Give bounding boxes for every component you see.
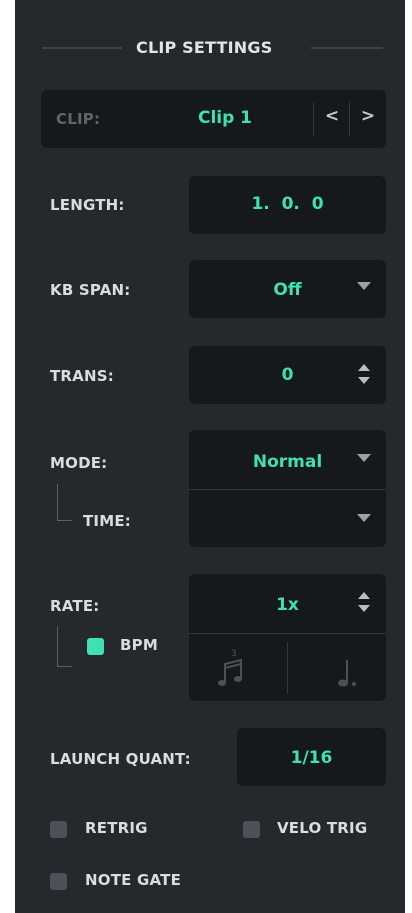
mode-label: MODE: (50, 454, 108, 472)
kb-span-label: KB SPAN: (50, 281, 131, 299)
time-label: TIME: (83, 512, 131, 530)
trans-label: TRANS: (50, 367, 114, 385)
clip-name[interactable]: Clip 1 (165, 108, 285, 128)
prev-clip-button[interactable]: < (315, 106, 349, 132)
panel-title: CLIP SETTINGS (136, 38, 273, 57)
launch-quant-label: LAUNCH QUANT: (50, 750, 191, 768)
dotted-note-icon (338, 660, 356, 687)
time-tree-connector (57, 484, 72, 521)
retrig-label: RETRIG (85, 819, 148, 837)
rate-label: RATE: (50, 597, 100, 615)
bpm-label: BPM (120, 636, 158, 654)
dotted-note-button[interactable] (293, 642, 383, 694)
rate-increment-icon[interactable] (358, 592, 370, 599)
note-gate-checkbox[interactable] (50, 873, 67, 890)
launch-quant-value: 1/16 (290, 748, 333, 768)
svg-text:3: 3 (231, 649, 237, 659)
rate-decrement-icon[interactable] (358, 605, 370, 612)
header-line-right (311, 47, 383, 49)
time-dropdown-arrow-icon (357, 514, 371, 522)
mode-dropdown-arrow-icon (357, 454, 371, 462)
trans-decrement-icon[interactable] (358, 377, 370, 384)
header-line-left (42, 47, 122, 49)
trans-value: 0 (281, 365, 294, 385)
length-label: LENGTH: (50, 196, 125, 214)
bpm-checkbox[interactable] (87, 638, 104, 655)
velo-trig-checkbox[interactable] (243, 821, 260, 838)
rate-sub-divider (287, 642, 288, 694)
note-gate-label: NOTE GATE (85, 871, 182, 889)
clip-divider-1 (313, 102, 314, 136)
velo-trig-label: VELO TRIG (277, 819, 368, 837)
next-clip-button[interactable]: > (351, 106, 385, 132)
retrig-checkbox[interactable] (50, 821, 67, 838)
clip-divider-2 (349, 102, 350, 136)
clip-label: CLIP: (56, 110, 101, 128)
rate-divider (189, 633, 386, 634)
length-value: 1. 0. 0 (251, 194, 324, 214)
clip-settings-panel: CLIP SETTINGS CLIP: Clip 1 < > LENGTH: 1… (15, 0, 405, 913)
rate-value: 1x (276, 595, 299, 615)
triplet-note-icon: 3 (218, 649, 242, 686)
kb-span-dropdown-arrow-icon (357, 282, 371, 290)
bpm-tree-connector (57, 626, 72, 667)
triplet-note-button[interactable]: 3 (205, 642, 275, 694)
trans-increment-icon[interactable] (358, 364, 370, 371)
